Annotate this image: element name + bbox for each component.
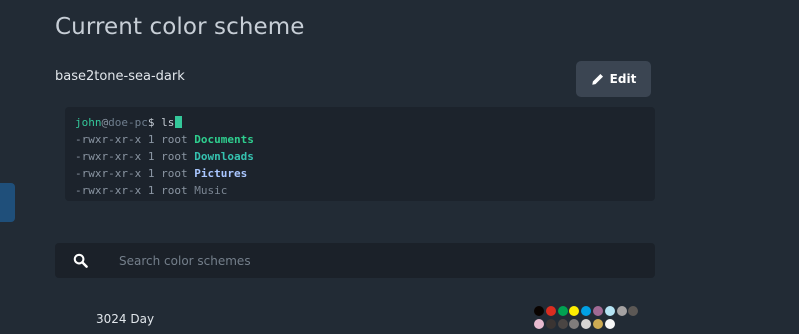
palette-swatch: [569, 319, 580, 329]
palette-swatch: [604, 306, 615, 316]
terminal-prompt-line: john@doe-pc$ ls: [75, 114, 655, 131]
file-name: Pictures: [194, 167, 248, 180]
current-scheme-name: base2tone-sea-dark: [55, 69, 185, 84]
palette-swatch: [604, 319, 615, 329]
palette-swatch: [581, 306, 592, 316]
terminal-cursor: [175, 116, 183, 128]
prompt-command: ls: [154, 116, 175, 129]
palette-swatch: [534, 319, 544, 329]
palette-swatch: [592, 306, 603, 316]
terminal-preview: john@doe-pc$ ls -rwxr-xr-x 1 root Docume…: [65, 107, 655, 201]
palette-swatch: [545, 306, 556, 316]
edit-button-label: Edit: [609, 72, 637, 86]
prompt-symbol: $: [147, 116, 155, 129]
scheme-list-item-name[interactable]: 3024 Day: [96, 312, 154, 326]
pencil-icon: [591, 73, 604, 86]
edit-button[interactable]: Edit: [576, 61, 651, 97]
palette-swatch: [616, 306, 627, 316]
side-panel-tab[interactable]: [0, 183, 15, 222]
search-icon: [73, 253, 88, 272]
prompt-user: john: [75, 116, 102, 129]
palette-swatch: [545, 319, 556, 329]
palette-swatch: [581, 319, 592, 329]
terminal-line: -rwxr-xr-x 1 root Music: [75, 182, 655, 199]
file-perms: -rwxr-xr-x 1 root: [75, 167, 195, 180]
file-name: Music: [194, 184, 228, 197]
palette-swatch: [534, 306, 544, 316]
palette-swatch: [628, 306, 639, 316]
search-input[interactable]: [119, 243, 639, 278]
scheme-palette: [534, 306, 639, 329]
file-name: Documents: [194, 133, 254, 146]
file-perms: -rwxr-xr-x 1 root: [75, 150, 195, 163]
terminal-line: -rwxr-xr-x 1 root Downloads: [75, 148, 655, 165]
terminal-line: -rwxr-xr-x 1 root Documents: [75, 131, 655, 148]
file-name: Downloads: [194, 150, 254, 163]
file-perms: -rwxr-xr-x 1 root: [75, 133, 195, 146]
palette-swatch: [592, 319, 603, 329]
search-bar[interactable]: [55, 243, 655, 278]
file-perms: -rwxr-xr-x 1 root: [75, 184, 195, 197]
palette-swatch: [557, 306, 568, 316]
prompt-host: doe-pc: [108, 116, 148, 129]
page-title: Current color scheme: [55, 14, 305, 40]
palette-swatch: [569, 306, 580, 316]
palette-swatch: [557, 319, 568, 329]
terminal-line: -rwxr-xr-x 1 root Pictures: [75, 165, 655, 182]
